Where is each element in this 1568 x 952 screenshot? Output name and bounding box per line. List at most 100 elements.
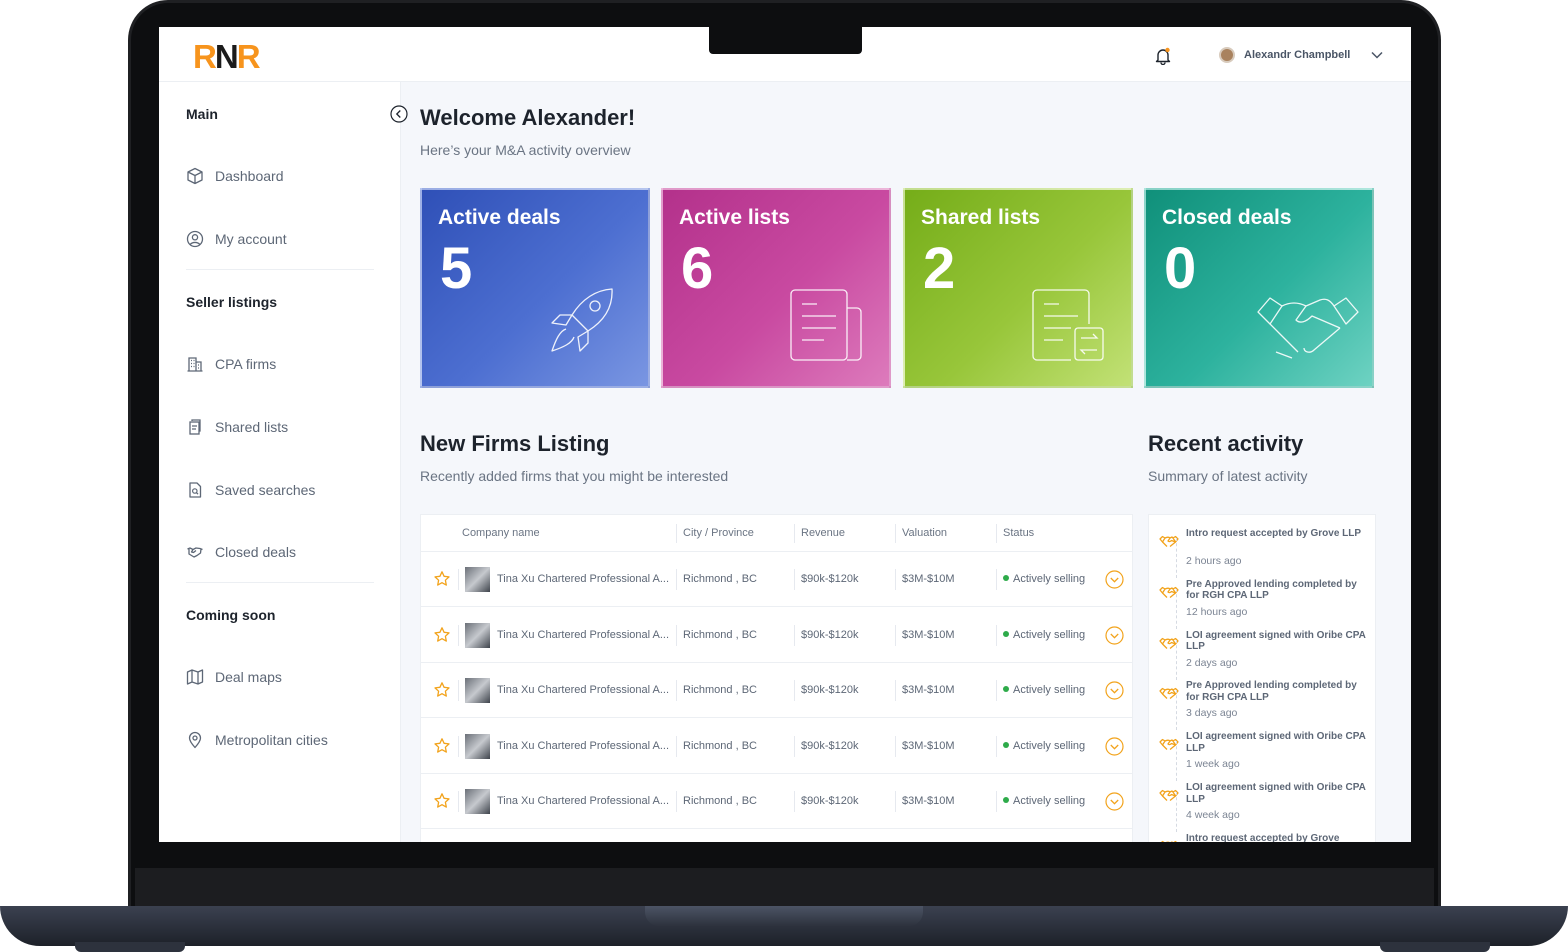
sidebar-item-metropolitan-cities[interactable]: Metropolitan cities <box>186 731 328 749</box>
timeline-line <box>1176 792 1177 832</box>
brand-logo[interactable]: RNR <box>193 38 261 75</box>
chevron-down-circle-icon[interactable] <box>1105 792 1124 811</box>
sidebar-item-label: Dashboard <box>215 168 284 184</box>
handshake-icon <box>187 547 203 558</box>
status-text: Actively selling <box>1013 573 1086 585</box>
list-document-icon <box>790 289 862 361</box>
column-header-revenue[interactable]: Revenue <box>801 527 845 539</box>
table-row[interactable]: Tina Xu Chartered Professional A... Rich… <box>421 719 1132 774</box>
column-header-status[interactable]: Status <box>1003 527 1034 539</box>
screen: RNR Alexandr Champbell Main Dashboard My… <box>159 27 1411 842</box>
activity-text: LOI agreement signed with Oribe CPA LLP <box>1186 731 1366 754</box>
timeline-line <box>1176 639 1177 680</box>
card-value: 0 <box>1164 236 1197 301</box>
column-divider <box>676 524 677 543</box>
activity-time: 4 week ago <box>1186 809 1240 821</box>
card-active-deals[interactable]: Active deals 5 <box>420 188 650 388</box>
column-header-city[interactable]: City / Province <box>683 527 754 539</box>
valuation: $3M-$10M <box>902 628 955 641</box>
activity-item[interactable]: LOI agreement signed with Oribe CPA LLP … <box>1159 630 1369 680</box>
card-active-lists[interactable]: Active lists 6 <box>661 188 891 388</box>
activity-item[interactable]: LOI agreement signed with Oribe CPA LLP … <box>1159 782 1369 832</box>
activity-item[interactable]: Pre Approved lending completed by for RG… <box>1159 680 1369 731</box>
activity-time: 1 week ago <box>1186 758 1240 771</box>
company-name[interactable]: Tina Xu Chartered Professional A... <box>497 629 669 641</box>
table-row[interactable]: Tina Xu Chartered Professional A... Rich… <box>421 552 1132 607</box>
sidebar-item-deal-maps[interactable]: Deal maps <box>186 668 282 686</box>
status-badge: Actively selling <box>1003 795 1085 807</box>
star-icon[interactable] <box>433 626 451 644</box>
documents-icon <box>189 419 201 435</box>
sidebar-item-label: CPA firms <box>215 356 277 372</box>
activity-item[interactable]: Intro request accepted by Grove <box>1159 833 1369 842</box>
table-row[interactable]: Tina Xu Chartered Professional A... Rich… <box>421 774 1132 830</box>
cell-divider <box>996 680 997 702</box>
firm-thumbnail <box>465 678 490 704</box>
activity-item[interactable]: Pre Approved lending completed by for RG… <box>1159 579 1369 629</box>
timeline-line <box>1176 741 1177 782</box>
star-icon[interactable] <box>433 792 451 810</box>
sidebar-item-dashboard[interactable]: Dashboard <box>186 167 284 185</box>
sidebar-item-saved-searches[interactable]: Saved searches <box>186 481 315 499</box>
company-name[interactable]: Tina Xu Chartered Professional A... <box>497 573 669 585</box>
star-icon[interactable] <box>433 570 451 588</box>
user-circle-icon <box>186 230 204 248</box>
card-closed-deals[interactable]: Closed deals 0 <box>1144 188 1374 388</box>
activity-text: Intro request accepted by Grove LLP <box>1186 528 1362 539</box>
cell-divider <box>895 735 896 757</box>
cell-divider <box>676 569 677 590</box>
cell-divider <box>458 735 459 757</box>
cell-divider <box>794 791 795 813</box>
column-header-valuation[interactable]: Valuation <box>902 527 947 539</box>
star-icon[interactable] <box>433 681 451 699</box>
activity-item[interactable]: LOI agreement signed with Oribe CPA LLP … <box>1159 731 1369 782</box>
company-name[interactable]: Tina Xu Chartered Professional A... <box>497 740 669 752</box>
cell-divider <box>895 569 896 590</box>
notification-bell-icon[interactable] <box>1155 47 1171 65</box>
card-shared-lists[interactable]: Shared lists 2 <box>903 188 1133 388</box>
logo-letter: R <box>236 38 261 75</box>
timeline-line <box>1176 690 1177 731</box>
user-menu[interactable]: Alexandr Champbell <box>1219 47 1383 63</box>
status-text: Actively selling <box>1013 684 1086 697</box>
laptop-lid-lip <box>135 868 1434 908</box>
location-pin-icon <box>188 731 202 749</box>
sidebar-item-shared-lists[interactable]: Shared lists <box>186 418 288 436</box>
collapse-sidebar-icon[interactable] <box>390 105 408 123</box>
company-name[interactable]: Tina Xu Chartered Professional A... <box>497 684 669 696</box>
file-search-icon <box>189 482 202 498</box>
user-name: Alexandr Champbell <box>1244 49 1351 61</box>
revenue: $90k-$120k <box>801 628 859 641</box>
table-row[interactable]: Tina Xu Chartered Professional A... Rich… <box>421 608 1132 663</box>
sidebar-item-closed-deals[interactable]: Closed deals <box>186 543 296 561</box>
logo-letter: R <box>193 38 217 75</box>
card-value: 2 <box>923 236 956 301</box>
sidebar-item-label: Shared lists <box>215 419 289 435</box>
firms-table: Company name City / Province Revenue Val… <box>420 514 1133 842</box>
chevron-down-circle-icon[interactable] <box>1105 681 1124 700</box>
cell-divider <box>458 569 459 590</box>
camera-notch <box>709 27 862 54</box>
status-text: Actively selling <box>1013 739 1086 752</box>
sidebar-item-my-account[interactable]: My account <box>186 230 287 248</box>
activity-item[interactable]: Intro request accepted by Grove LLP 2 ho… <box>1159 528 1369 578</box>
chevron-down-circle-icon[interactable] <box>1105 625 1124 645</box>
firm-thumbnail <box>465 567 490 592</box>
column-header-company[interactable]: Company name <box>462 527 540 539</box>
chevron-down-circle-icon[interactable] <box>1105 737 1124 756</box>
cell-divider <box>794 680 795 702</box>
laptop-base-notch <box>645 906 923 926</box>
company-name[interactable]: Tina Xu Chartered Professional A... <box>497 795 669 807</box>
cell-divider <box>996 735 997 757</box>
chevron-down-circle-icon[interactable] <box>1105 570 1124 589</box>
laptop-foot-left <box>75 942 185 952</box>
firm-thumbnail <box>465 622 490 648</box>
activity-text: Pre Approved lending completed by for RG… <box>1186 680 1357 703</box>
cell-divider <box>794 735 795 757</box>
sidebar-item-cpa-firms[interactable]: CPA firms <box>186 355 276 373</box>
star-icon[interactable] <box>433 737 451 755</box>
cell-divider <box>676 624 677 646</box>
activity-feed: Intro request accepted by Grove LLP 2 ho… <box>1148 514 1376 842</box>
cell-divider <box>676 680 677 702</box>
table-row[interactable]: Tina Xu Chartered Professional A... Rich… <box>421 663 1132 719</box>
